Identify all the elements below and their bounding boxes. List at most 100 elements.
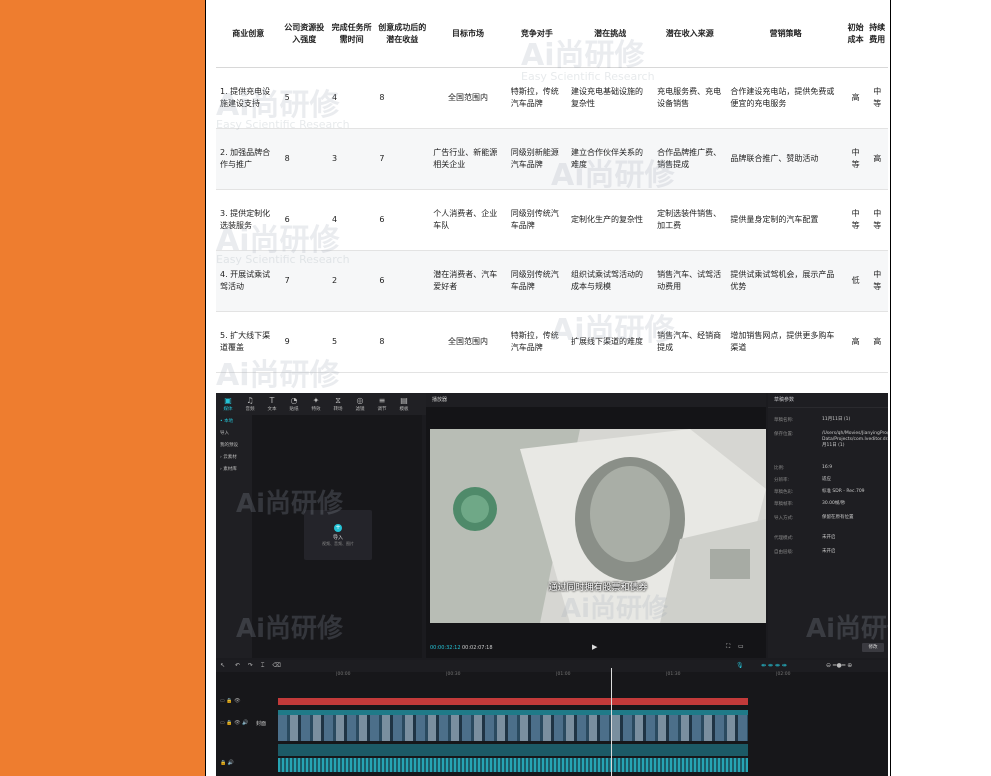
table-row: 3. 提供定制化选装服务 6 4 6 个人消费者、企业车队 同级别传统汽车品牌 … <box>216 189 888 251</box>
table-cell: 中等 <box>866 189 888 251</box>
sidebar-item-import[interactable]: 导入 <box>216 427 252 439</box>
plus-icon: + <box>334 524 342 532</box>
prop-key: 代理模式: <box>774 536 794 541</box>
table-cell: 扩展线下渠道的难度 <box>567 311 654 373</box>
play-icon[interactable]: ▶ <box>592 643 597 651</box>
import-label: 导入 <box>332 535 343 541</box>
table-cell: 全国范围内 <box>429 311 507 373</box>
toolbar-label: 调节 <box>377 407 387 412</box>
video-preview[interactable]: 通过同时拥有股票和债券 <box>430 429 766 623</box>
ruler-tick: |00:00 <box>336 672 351 677</box>
prop-key: 分辨率: <box>774 478 790 483</box>
delete-icon[interactable]: ⌫ <box>272 662 280 669</box>
prop-row: 分辨率: 适应 <box>774 477 831 483</box>
table-header: 完成任务所需时间 <box>327 0 376 68</box>
playhead[interactable] <box>611 668 612 776</box>
toolbar-label: 滤镜 <box>355 407 365 412</box>
import-hint: 视频、音频、图片 <box>322 541 354 546</box>
table-header: 目标市场 <box>429 0 507 68</box>
subtitle-text: 通过同时拥有股票和债券 <box>548 583 648 593</box>
snap-icon[interactable]: ⇹ ⇹ ⇹ ⇹ <box>761 660 787 672</box>
table-cell: 8 <box>375 311 430 373</box>
video-track[interactable] <box>278 710 748 741</box>
prop-value: 30.00帧/秒 <box>822 501 846 506</box>
table-cell: 提供试乘试驾机会，展示产品优势 <box>726 250 845 312</box>
audio-track[interactable] <box>278 744 748 756</box>
prop-row: 比例: 16:9 <box>774 465 832 471</box>
table-header: 公司资源投入强度 <box>280 0 328 68</box>
ruler-tick: |02:00 <box>776 672 791 677</box>
prop-row: 代理模式: 未开启 <box>774 535 836 541</box>
prop-key: 保存位置: <box>774 432 794 437</box>
table-cell: 6 <box>375 250 430 312</box>
banknote-image <box>430 429 766 623</box>
toolbar-text[interactable]: T 文本 <box>262 396 282 412</box>
import-button[interactable]: + 导入 视频、音频、图片 <box>304 510 372 560</box>
toolbar-label: 媒体 <box>223 407 233 412</box>
table-cell: 5 <box>327 311 376 373</box>
table-header: 营销策略 <box>726 0 845 68</box>
adjust-icon: ≡ <box>378 396 386 405</box>
prop-value: 保留在原有位置 <box>822 515 854 520</box>
fullscreen-icon[interactable]: ⛶ <box>726 643 730 651</box>
ruler-tick: |01:00 <box>556 672 571 677</box>
transition-icon: ⧖ <box>335 396 341 405</box>
prop-row: 草稿名称: 11月11日 (1) <box>774 417 850 423</box>
toolbar-adjust[interactable]: ≡ 调节 <box>372 396 392 412</box>
undo-icon[interactable]: ↶ <box>235 662 240 669</box>
time-total: 00:02:07:18 <box>462 645 493 651</box>
table-cell: 中等 <box>844 128 867 190</box>
toolbar-audio[interactable]: ♫ 音频 <box>240 396 260 412</box>
table-cell: 定制化生产的复杂性 <box>567 189 654 251</box>
sidebar-item-cloud[interactable]: › 云素材 <box>216 451 252 463</box>
editor-toolbar: ▣ 媒体 ♫ 音频 T 文本 ◔ 贴纸 ✦ 特效 ⧖ 转场 ◎ 滤镜 ≡ 调节 ▤ 模板 <box>216 393 426 415</box>
table-cell: 3 <box>327 128 376 190</box>
toolbar-sticker[interactable]: ◔ 贴纸 <box>284 396 304 412</box>
media-pane: + 导入 视频、音频、图片 <box>252 415 422 658</box>
table-cell: 7 <box>375 128 430 190</box>
table-cell: 同级别传统汽车品牌 <box>506 250 568 312</box>
cover-label[interactable]: 封面 <box>256 720 266 727</box>
table-cell: 4. 开展试乘试驾活动 <box>216 250 281 312</box>
table-cell: 中等 <box>866 67 888 129</box>
table-cell: 中等 <box>844 189 867 251</box>
toolbar-filter[interactable]: ◎ 滤镜 <box>350 396 370 412</box>
prop-value: 适应 <box>822 477 831 482</box>
prop-row: 草稿色彩: 标准 SDR - Rec.709 <box>774 489 865 495</box>
toolbar-transition[interactable]: ⧖ 转场 <box>328 396 348 412</box>
toolbar-media[interactable]: ▣ 媒体 <box>218 396 238 412</box>
track-controls-audio[interactable]: 🔒 🔊 <box>220 760 234 766</box>
video-track-label <box>278 710 748 715</box>
table-cell: 6 <box>375 189 430 251</box>
table-cell: 同级别传统汽车品牌 <box>506 189 568 251</box>
audio-waveform-track[interactable] <box>278 758 748 772</box>
prop-key: 草稿帧率: <box>774 502 794 507</box>
redo-icon[interactable]: ↷ <box>248 662 253 669</box>
text-icon: T <box>269 396 275 405</box>
select-cursor-icon[interactable]: ↖ <box>220 662 225 669</box>
track-controls-video[interactable]: ▭ 🔒 👁 🔊 <box>220 720 248 726</box>
table-header: 商业创意 <box>216 0 281 68</box>
ratio-icon[interactable]: ▭ <box>738 643 744 650</box>
toolbar-template[interactable]: ▤ 模板 <box>394 396 414 412</box>
toolbar-label: 音频 <box>245 407 255 412</box>
filter-icon: ◎ <box>356 396 364 405</box>
sidebar-item-local[interactable]: • 本地 <box>216 415 252 427</box>
mic-icon[interactable]: 🎙 <box>736 660 744 672</box>
split-icon[interactable]: ⌶ <box>261 662 265 669</box>
prop-key: 自由层级: <box>774 550 794 555</box>
zoom-slider[interactable]: ⊖ ━●━ ⊕ <box>826 660 852 672</box>
table-cell: 建设充电基础设施的复杂性 <box>567 67 654 129</box>
table-row: 4. 开展试乘试驾活动 7 2 6 潜在消费者、汽车爱好者 同级别传统汽车品牌 … <box>216 250 888 312</box>
table-cell: 个人消费者、企业车队 <box>429 189 507 251</box>
prop-value: 16:9 <box>822 465 833 470</box>
toolbar-effects[interactable]: ✦ 特效 <box>306 396 326 412</box>
sidebar-item-presets[interactable]: 我的预设 <box>216 439 252 451</box>
sidebar-item-library[interactable]: › 素材库 <box>216 463 252 475</box>
table-cell: 5. 扩大线下渠道覆盖 <box>216 311 281 373</box>
table-row: 5. 扩大线下渠道覆盖 9 5 8 全国范围内 特斯拉，传统汽车品牌 扩展线下渠… <box>216 311 888 373</box>
track-controls-text[interactable]: ▭ 🔒 👁 <box>220 698 240 704</box>
table-cell: 8 <box>280 128 328 190</box>
text-track[interactable] <box>278 698 748 705</box>
modify-button[interactable]: 修改 <box>862 643 884 652</box>
